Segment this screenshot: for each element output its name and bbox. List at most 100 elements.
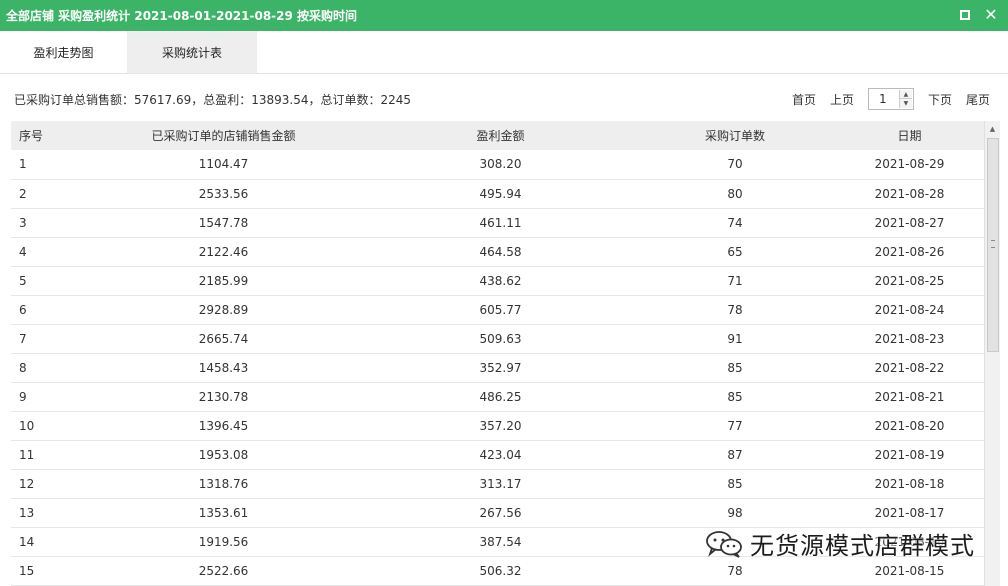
cell-date: 2021-08-27 bbox=[874, 215, 945, 230]
title-bar: 全部店铺 采购盈利统计 2021-08-01-2021-08-29 按采购时间 … bbox=[0, 0, 1008, 31]
spin-up-icon[interactable]: ▲ bbox=[899, 90, 912, 99]
cell-date: 2021-08-18 bbox=[874, 476, 945, 491]
cell-orders: 98 bbox=[727, 505, 743, 520]
cell-date: 2021-08-26 bbox=[874, 244, 945, 259]
maximize-icon bbox=[960, 10, 970, 20]
next-page-link[interactable]: 下页 bbox=[928, 91, 952, 108]
cell-sales: 2522.66 bbox=[198, 563, 249, 578]
header-date[interactable]: 日期 bbox=[835, 121, 984, 150]
cell-orders: 65 bbox=[727, 244, 743, 259]
last-page-link[interactable]: 尾页 bbox=[966, 91, 990, 108]
spin-down-icon[interactable]: ▼ bbox=[899, 99, 912, 108]
cell-profit: 509.63 bbox=[479, 331, 522, 346]
cell-profit: 464.58 bbox=[479, 244, 522, 259]
cell-index: 9 bbox=[19, 389, 27, 404]
scroll-up-icon[interactable]: ▲ bbox=[985, 121, 1000, 137]
scrollbar-thumb[interactable] bbox=[987, 138, 999, 352]
prev-page-link[interactable]: 上页 bbox=[830, 91, 854, 108]
wechat-icon bbox=[704, 529, 744, 559]
table-row[interactable]: 8 1458.43 352.97 85 2021-08-22 bbox=[11, 353, 984, 382]
cell-orders: 74 bbox=[727, 215, 743, 230]
page-number-value: 1 bbox=[878, 92, 887, 106]
cell-index: 7 bbox=[19, 331, 27, 346]
cell-date: 2021-08-19 bbox=[874, 447, 945, 462]
cell-sales: 1953.08 bbox=[198, 447, 249, 462]
cell-sales: 2130.78 bbox=[198, 389, 249, 404]
cell-date: 2021-08-24 bbox=[874, 302, 945, 317]
cell-profit: 486.25 bbox=[479, 389, 522, 404]
cell-profit: 352.97 bbox=[479, 360, 522, 375]
close-button[interactable]: ✕ bbox=[984, 7, 998, 23]
cell-sales: 2185.99 bbox=[198, 273, 249, 288]
cell-profit: 313.17 bbox=[479, 476, 522, 491]
table-row[interactable]: 5 2185.99 438.62 71 2021-08-25 bbox=[11, 266, 984, 295]
header-profit-amount[interactable]: 盈利金额 bbox=[366, 121, 635, 150]
table-row[interactable]: 4 2122.46 464.58 65 2021-08-26 bbox=[11, 237, 984, 266]
cell-profit: 387.54 bbox=[479, 534, 522, 549]
cell-sales: 2928.89 bbox=[198, 302, 249, 317]
cell-index: 15 bbox=[19, 563, 35, 578]
cell-profit: 423.04 bbox=[479, 447, 522, 462]
cell-orders: 78 bbox=[727, 302, 743, 317]
cell-profit: 495.94 bbox=[479, 186, 522, 201]
cell-profit: 357.20 bbox=[479, 418, 522, 433]
cell-orders: 91 bbox=[727, 331, 743, 346]
table-row[interactable]: 1 1104.47 308.20 70 2021-08-29 bbox=[11, 150, 984, 179]
table-row[interactable]: 2 2533.56 495.94 80 2021-08-28 bbox=[11, 179, 984, 208]
vertical-scrollbar[interactable]: ▲ bbox=[984, 121, 1000, 586]
cell-date: 2021-08-20 bbox=[874, 418, 945, 433]
cell-orders: 70 bbox=[727, 157, 743, 172]
cell-index: 5 bbox=[19, 273, 27, 288]
table-row[interactable]: 12 1318.76 313.17 85 2021-08-18 bbox=[11, 469, 984, 498]
header-sales-amount[interactable]: 已采购订单的店铺销售金额 bbox=[81, 121, 366, 150]
cell-index: 4 bbox=[19, 244, 27, 259]
cell-orders: 71 bbox=[727, 273, 743, 288]
table-row[interactable]: 7 2665.74 509.63 91 2021-08-23 bbox=[11, 324, 984, 353]
cell-sales: 2533.56 bbox=[198, 186, 249, 201]
cell-profit: 267.56 bbox=[479, 505, 522, 520]
cell-index: 3 bbox=[19, 215, 27, 230]
header-index[interactable]: 序号 bbox=[11, 121, 81, 150]
table-row[interactable]: 11 1953.08 423.04 87 2021-08-19 bbox=[11, 440, 984, 469]
cell-date: 2021-08-29 bbox=[874, 157, 945, 172]
cell-sales: 1353.61 bbox=[198, 505, 249, 520]
cell-date: 2021-08-22 bbox=[874, 360, 945, 375]
cell-orders: 85 bbox=[727, 476, 743, 491]
cell-profit: 461.11 bbox=[479, 215, 522, 230]
window-title: 全部店铺 采购盈利统计 2021-08-01-2021-08-29 按采购时间 bbox=[6, 9, 358, 23]
stats-table: 序号 已采购订单的店铺销售金额 盈利金额 采购订单数 日期 1 1104.47 … bbox=[11, 121, 984, 586]
stats-table-container: 序号 已采购订单的店铺销售金额 盈利金额 采购订单数 日期 1 1104.47 … bbox=[11, 121, 997, 586]
cell-sales: 1396.45 bbox=[198, 418, 249, 433]
cell-profit: 308.20 bbox=[479, 157, 522, 172]
table-row[interactable]: 10 1396.45 357.20 77 2021-08-20 bbox=[11, 411, 984, 440]
cell-date: 2021-08-21 bbox=[874, 389, 945, 404]
cell-index: 12 bbox=[19, 476, 35, 491]
cell-orders: 77 bbox=[727, 418, 743, 433]
tab-purchase-stats[interactable]: 采购统计表 bbox=[127, 31, 257, 73]
first-page-link[interactable]: 首页 bbox=[792, 91, 816, 108]
watermark: 无货源模式店群模式 bbox=[704, 526, 975, 561]
table-row[interactable]: 6 2928.89 605.77 78 2021-08-24 bbox=[11, 295, 984, 324]
table-row[interactable]: 13 1353.61 267.56 98 2021-08-17 bbox=[11, 498, 984, 527]
cell-orders: 85 bbox=[727, 360, 743, 375]
cell-index: 8 bbox=[19, 360, 27, 375]
cell-profit: 438.62 bbox=[479, 273, 522, 288]
cell-date: 2021-08-23 bbox=[874, 331, 945, 346]
cell-sales: 1458.43 bbox=[198, 360, 249, 375]
cell-sales: 2122.46 bbox=[198, 244, 249, 259]
cell-index: 11 bbox=[19, 447, 35, 462]
cell-orders: 80 bbox=[727, 186, 743, 201]
cell-orders: 87 bbox=[727, 447, 743, 462]
maximize-button[interactable] bbox=[958, 8, 972, 22]
table-row[interactable]: 3 1547.78 461.11 74 2021-08-27 bbox=[11, 208, 984, 237]
grip-icon bbox=[991, 240, 995, 248]
page-number-stepper[interactable]: 1 ▲ ▼ bbox=[867, 88, 914, 110]
table-header-row: 序号 已采购订单的店铺销售金额 盈利金额 采购订单数 日期 bbox=[11, 121, 984, 150]
cell-sales: 2665.74 bbox=[198, 331, 249, 346]
cell-profit: 506.32 bbox=[479, 563, 522, 578]
cell-date: 2021-08-17 bbox=[874, 505, 945, 520]
table-row[interactable]: 9 2130.78 486.25 85 2021-08-21 bbox=[11, 382, 984, 411]
tab-profit-trend[interactable]: 盈利走势图 bbox=[0, 31, 127, 73]
cell-orders: 85 bbox=[727, 389, 743, 404]
header-order-count[interactable]: 采购订单数 bbox=[635, 121, 835, 150]
